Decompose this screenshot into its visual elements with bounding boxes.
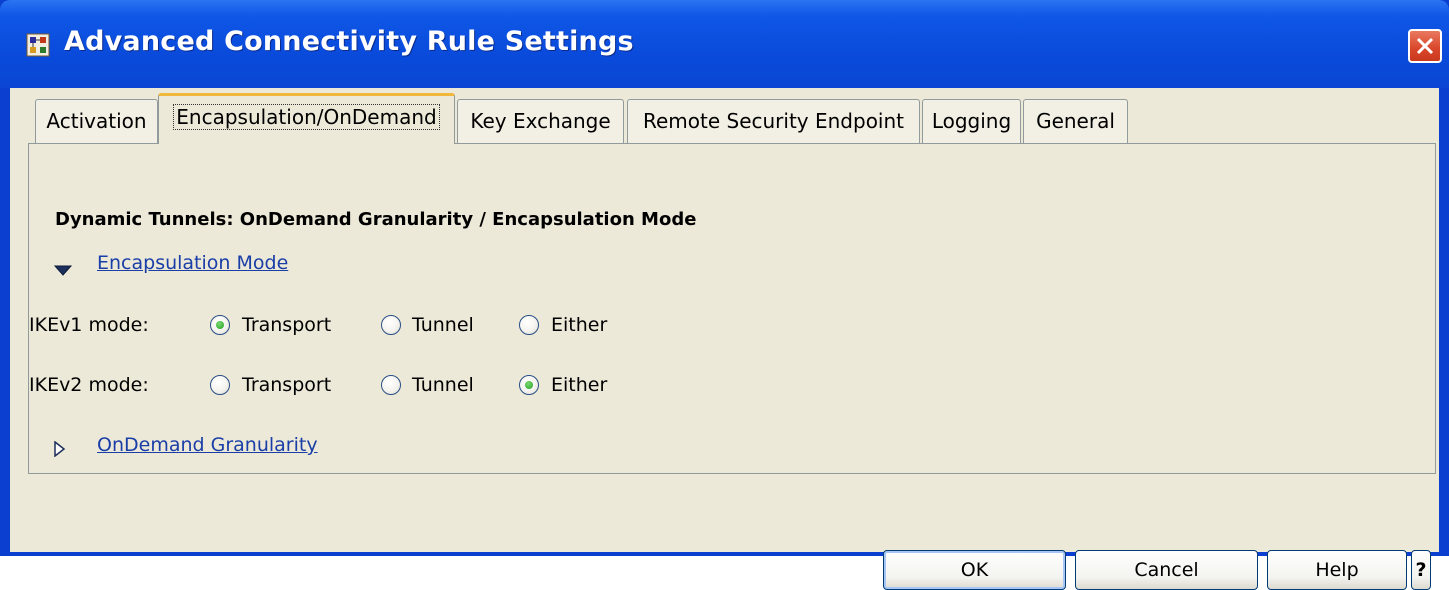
help-button[interactable]: Help <box>1267 550 1407 590</box>
ikev1-tunnel-label[interactable]: Tunnel <box>412 314 474 336</box>
close-button[interactable] <box>1408 29 1442 63</box>
encapsulation-mode-link[interactable]: Encapsulation Mode <box>97 252 288 274</box>
tab-label: Remote Security Endpoint <box>642 109 905 133</box>
tab-general[interactable]: General <box>1023 99 1128 143</box>
tab-key-exchange[interactable]: Key Exchange <box>457 99 624 143</box>
tab-label: Logging <box>931 109 1012 133</box>
radio-selected-dot <box>216 321 224 329</box>
ikev2-either-label[interactable]: Either <box>551 374 607 396</box>
ikev1-either-label[interactable]: Either <box>551 314 607 336</box>
network-rule-icon <box>26 33 50 57</box>
tab-encapsulation-ondemand[interactable]: Encapsulation/OnDemand <box>158 93 455 144</box>
collapsed-triangle-icon[interactable] <box>54 440 66 461</box>
tab-remote-security-endpoint[interactable]: Remote Security Endpoint <box>627 99 920 143</box>
ikev2-transport-label[interactable]: Transport <box>242 374 331 396</box>
tab-label: Activation <box>46 109 147 133</box>
context-help-button[interactable]: ? <box>1411 550 1431 590</box>
expanded-triangle-icon[interactable] <box>53 262 73 281</box>
ikev2-tunnel-label[interactable]: Tunnel <box>412 374 474 396</box>
tab-label: Key Exchange <box>470 109 611 133</box>
ikev1-either-radio[interactable] <box>519 315 539 335</box>
panel-title: Dynamic Tunnels: OnDemand Granularity / … <box>55 209 697 230</box>
ikev2-transport-radio[interactable] <box>210 375 230 395</box>
tab-logging[interactable]: Logging <box>922 99 1021 143</box>
radio-selected-dot <box>525 381 533 389</box>
ikev2-either-radio[interactable] <box>519 375 539 395</box>
ikev1-transport-radio[interactable] <box>210 315 230 335</box>
ikev1-tunnel-radio[interactable] <box>381 315 401 335</box>
tab-activation[interactable]: Activation <box>35 99 158 143</box>
ok-button[interactable]: OK <box>883 550 1066 590</box>
dialog-client-area: Activation Encapsulation/OnDemand Key Ex… <box>10 88 1439 590</box>
dialog-window: Advanced Connectivity Rule Settings Acti… <box>0 0 1449 590</box>
tab-panel: Dynamic Tunnels: OnDemand Granularity / … <box>28 143 1436 474</box>
tab-label: Encapsulation/OnDemand <box>173 104 440 130</box>
title-bar[interactable]: Advanced Connectivity Rule Settings <box>0 0 1449 88</box>
window-title: Advanced Connectivity Rule Settings <box>64 26 634 57</box>
ikev2-mode-label: IKEv2 mode: <box>29 374 149 396</box>
ikev2-tunnel-radio[interactable] <box>381 375 401 395</box>
ikev1-transport-label[interactable]: Transport <box>242 314 331 336</box>
tab-label: General <box>1036 109 1115 133</box>
ikev1-mode-label: IKEv1 mode: <box>29 314 149 336</box>
close-icon <box>1416 37 1434 55</box>
ondemand-granularity-link[interactable]: OnDemand Granularity <box>97 434 318 456</box>
cancel-button[interactable]: Cancel <box>1075 550 1258 590</box>
